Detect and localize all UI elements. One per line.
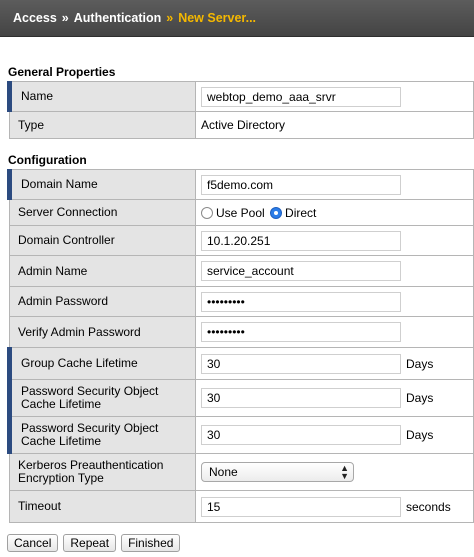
breadcrumb-separator: » bbox=[61, 11, 69, 25]
name-label: Name bbox=[7, 81, 196, 112]
verify-admin-password-input[interactable]: ••••••••• bbox=[201, 322, 401, 342]
repeat-button[interactable]: Repeat bbox=[63, 534, 117, 552]
breadcrumb-item-authentication[interactable]: Authentication bbox=[74, 11, 162, 25]
kerberos-encryption-label: Kerberos Preauthentication Encryption Ty… bbox=[9, 453, 196, 491]
kerberos-encryption-select[interactable]: None ▲ ▼ bbox=[201, 462, 354, 482]
use-pool-label[interactable]: Use Pool bbox=[216, 206, 265, 220]
breadcrumb-separator: » bbox=[166, 11, 174, 25]
form-buttons: Cancel Repeat Finished bbox=[7, 534, 181, 552]
direct-radio[interactable] bbox=[270, 206, 283, 219]
general-properties-table: Name webtop_demo_aaa_srvr Type Active Di… bbox=[7, 81, 474, 139]
breadcrumb-current: New Server... bbox=[178, 11, 257, 25]
group-cache-lifetime-label: Group Cache Lifetime bbox=[7, 347, 196, 380]
name-input[interactable]: webtop_demo_aaa_srvr bbox=[201, 86, 401, 107]
server-connection-radios: Use Pool Direct bbox=[195, 199, 474, 226]
kerberos-encryption-value: None bbox=[209, 465, 238, 479]
timeout-unit: seconds bbox=[406, 499, 451, 514]
pso-cache-lifetime-input[interactable]: 30 bbox=[201, 388, 401, 408]
breadcrumb: Access » Authentication » New Server... bbox=[0, 0, 474, 37]
admin-name-input[interactable]: service_account bbox=[201, 261, 401, 281]
admin-password-input[interactable]: ••••••••• bbox=[201, 291, 401, 312]
server-connection-label: Server Connection bbox=[9, 199, 196, 226]
type-label: Type bbox=[9, 111, 196, 139]
domain-controller-label: Domain Controller bbox=[9, 225, 196, 256]
pso-cache-unit-2: Days bbox=[406, 428, 434, 442]
configuration-title: Configuration bbox=[8, 153, 87, 167]
group-cache-lifetime-input[interactable]: 30 bbox=[201, 353, 401, 374]
admin-password-label: Admin Password bbox=[9, 286, 196, 317]
type-value: Active Directory bbox=[195, 111, 474, 139]
cancel-button[interactable]: Cancel bbox=[7, 534, 59, 552]
group-cache-unit: Days bbox=[406, 356, 434, 371]
timeout-label: Timeout bbox=[9, 490, 196, 523]
domain-controller-input[interactable]: 10.1.20.251 bbox=[201, 230, 401, 251]
pso-cache-lifetime-label: Password Security Object Cache Lifetime bbox=[7, 379, 196, 417]
timeout-input[interactable]: 15 bbox=[201, 496, 401, 517]
select-arrows-icon: ▲ ▼ bbox=[340, 463, 349, 481]
breadcrumb-item-access[interactable]: Access bbox=[13, 11, 57, 25]
pso-cache-lifetime-label-2: Password Security Object Cache Lifetime bbox=[7, 416, 196, 454]
use-pool-radio[interactable] bbox=[201, 206, 213, 219]
pso-cache-unit: Days bbox=[406, 391, 434, 405]
pso-cache-lifetime-input-2[interactable]: 30 bbox=[201, 425, 401, 445]
verify-admin-password-label: Verify Admin Password bbox=[9, 316, 196, 348]
domain-name-input[interactable]: f5demo.com bbox=[201, 174, 401, 195]
configuration-table: Domain Name f5demo.com Server Connection… bbox=[7, 169, 474, 523]
admin-name-label: Admin Name bbox=[9, 255, 196, 287]
finished-button[interactable]: Finished bbox=[121, 534, 181, 552]
direct-label[interactable]: Direct bbox=[285, 206, 316, 220]
domain-name-label: Domain Name bbox=[7, 169, 196, 200]
general-properties-title: General Properties bbox=[8, 65, 116, 79]
